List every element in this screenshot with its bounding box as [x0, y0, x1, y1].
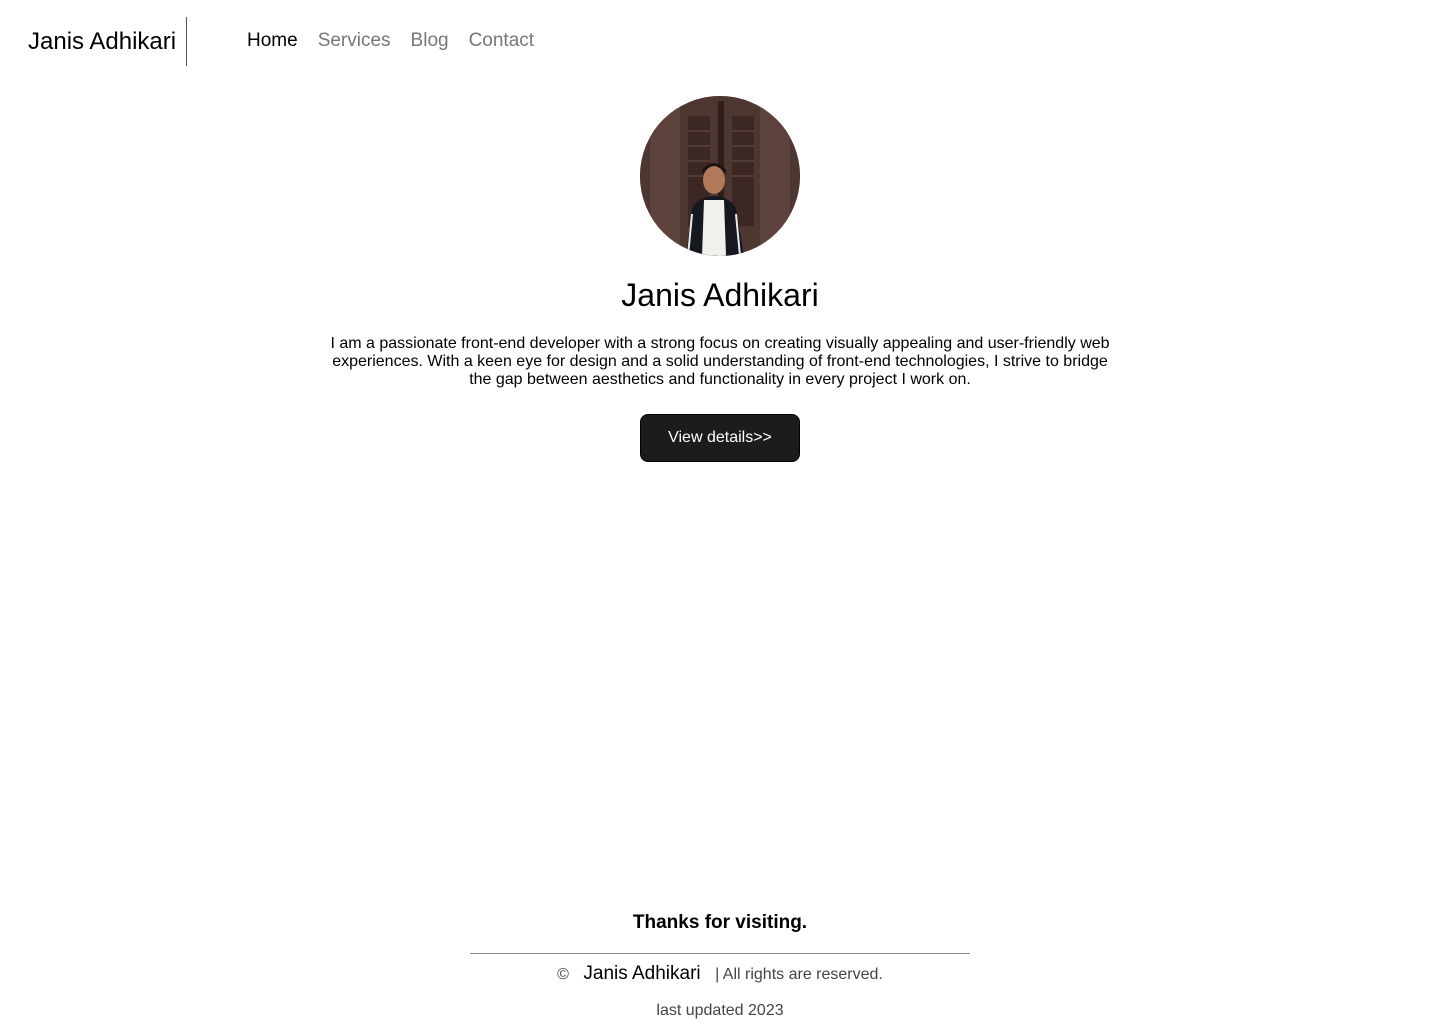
profile-photo-image [640, 96, 800, 256]
last-updated-text: last updated 2023 [656, 1002, 784, 1019]
rights-text: | All rights are reserved. [715, 966, 883, 983]
site-header: Janis Adhikari Home Services Blog Contac… [0, 0, 1440, 84]
nav-blog[interactable]: Blog [411, 30, 449, 52]
nav-services[interactable]: Services [318, 30, 391, 52]
page: Janis Adhikari Home Services Blog Contac… [0, 0, 1440, 1029]
bio-text: I am a passionate front-end developer wi… [330, 335, 1110, 388]
view-details-button[interactable]: View details>> [640, 414, 800, 462]
hero-name: Janis Adhikari [621, 277, 819, 313]
profile-photo [640, 96, 800, 256]
copyright-owner: Janis Adhikari [583, 963, 701, 984]
brand-logo-link[interactable]: Janis Adhikari [28, 28, 176, 56]
main-nav: Home Services Blog Contact [247, 30, 534, 52]
footer-divider [470, 953, 970, 954]
copyright-symbol: © [557, 966, 569, 983]
copyright-line: © Janis Adhikari | All rights are reserv… [0, 962, 1440, 987]
header-divider [186, 17, 187, 66]
thanks-message: Thanks for visiting. [632, 912, 808, 933]
nav-contact[interactable]: Contact [469, 30, 534, 52]
nav-home[interactable]: Home [247, 30, 298, 52]
